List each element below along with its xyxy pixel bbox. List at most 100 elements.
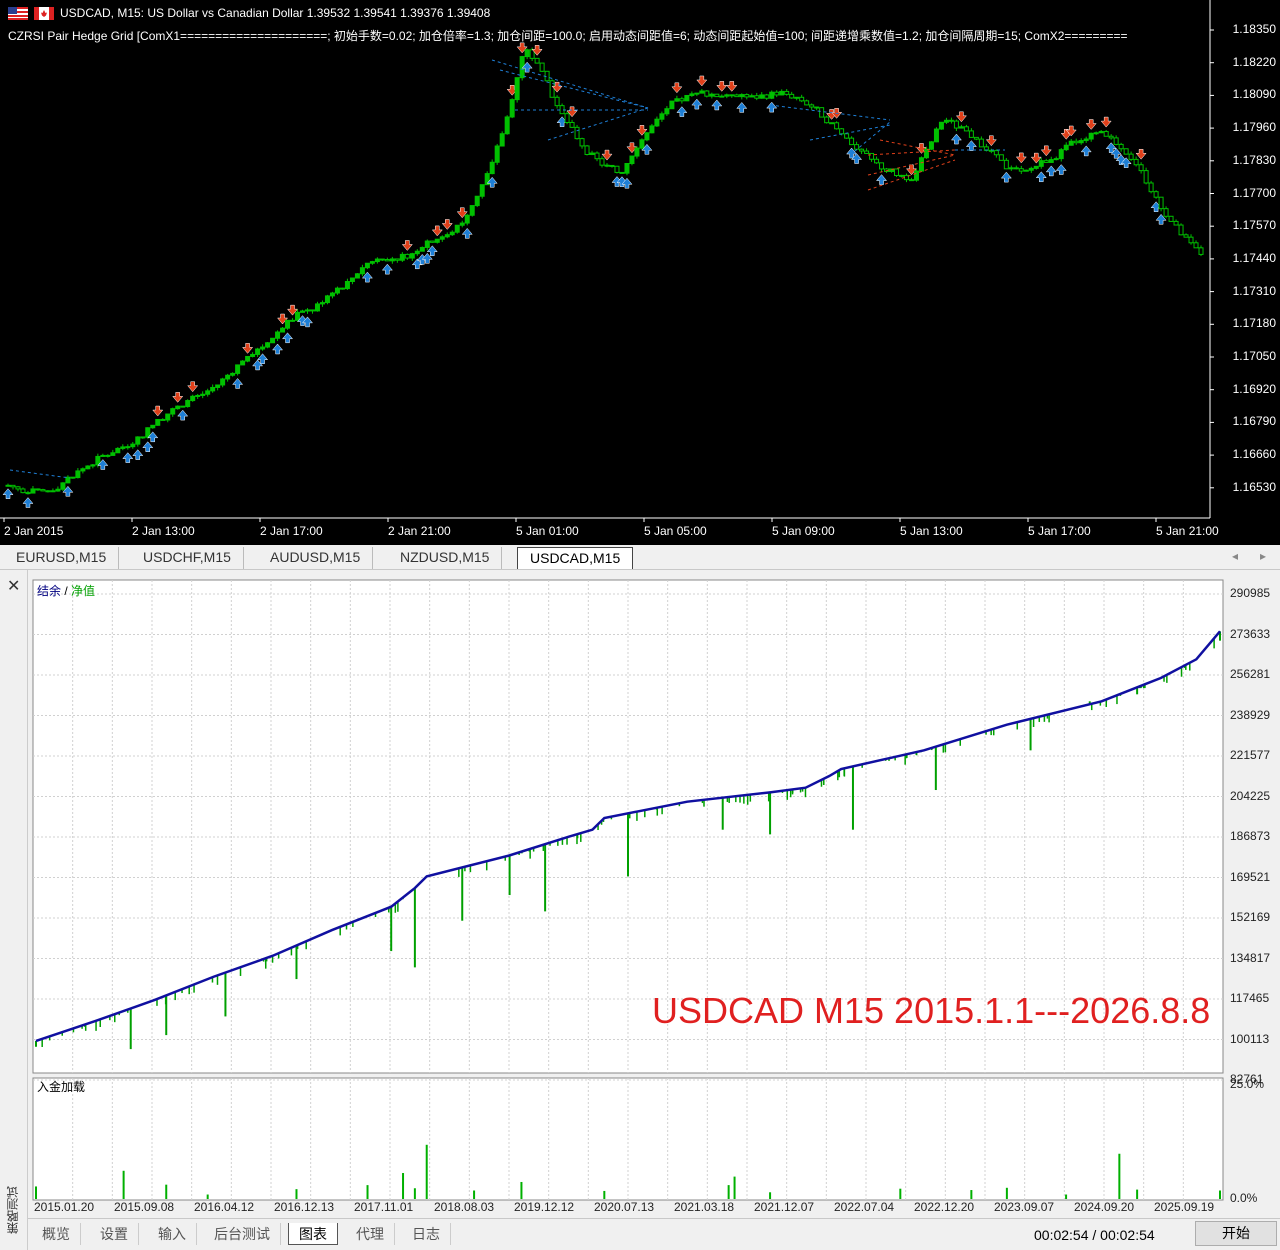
x-tick-label: 2019.12.12 [514,1200,575,1214]
bear-candle [40,489,46,492]
bull-candle [245,355,251,362]
bull-candle [654,118,660,127]
bull-candle [1028,167,1034,171]
tester-bottom-bar: 概览 设置 输入 后台测试 图表 代理 日志 00:02:54 / 00:02:… [28,1218,1280,1250]
bear-candle [834,122,840,130]
bear-candle [404,253,410,259]
buy-arrow-icon [1055,164,1067,175]
grid-link-line [867,149,956,156]
bear-candle [339,287,345,290]
chart-tab-nzdusd[interactable]: NZDUSD,M15 [388,547,503,569]
scroll-right-icon[interactable]: ▸ [1260,549,1266,563]
bull-candle [409,253,415,259]
bear-candle [714,93,720,98]
tab-inputs[interactable]: 输入 [148,1223,197,1245]
price-tick-label: 1.16920 [1232,381,1276,396]
graph-legend: 结余 / 净值 [37,582,95,599]
tab-agents[interactable]: 代理 [346,1223,395,1245]
price-chart-window[interactable]: USDCAD, M15: US Dollar vs Canadian Dolla… [0,0,1280,545]
bull-candle [769,91,775,99]
bear-candle [180,405,186,408]
bear-candle [839,128,845,135]
sell-arrow-icon [401,240,413,251]
bear-candle [579,138,585,147]
buy-arrow-icon [876,174,888,185]
tab-backtest[interactable]: 后台测试 [204,1223,281,1245]
bull-candle [419,246,425,252]
y-tick-label: 273633 [1230,626,1271,641]
bull-candle [75,470,81,479]
bear-candle [70,476,76,479]
x-tick-label: 2015.01.20 [34,1200,95,1214]
bull-candle [349,277,355,282]
chart-tab-usdcad[interactable]: USDCAD,M15 [517,547,634,569]
bull-candle [1033,165,1039,169]
bear-candle [784,90,790,95]
bull-candle [499,133,505,147]
bear-candle [604,164,610,167]
bull-candle [938,121,944,130]
bull-candle [674,98,680,102]
bear-candle [594,152,600,160]
chart-tab-eurusd[interactable]: EURUSD,M15 [4,547,120,569]
sell-arrow-icon [441,219,453,230]
price-tick-label: 1.18090 [1232,87,1276,102]
bull-candle [509,99,515,118]
bear-candle [1123,148,1129,155]
sell-arrow-icon [671,82,683,94]
bull-candle [30,488,36,494]
bull-candle [369,261,375,264]
bull-candle [314,303,320,312]
equity-graph [32,579,1224,1201]
bull-candle [494,145,500,163]
bull-candle [260,346,266,350]
bull-candle [779,90,785,96]
bear-candle [569,121,575,128]
price-chart-canvas[interactable] [0,0,1280,545]
bull-candle [739,94,745,98]
y-tick-label: 186873 [1230,829,1271,843]
chart-tab-audusd[interactable]: AUDUSD,M15 [258,547,374,569]
bull-candle [719,95,725,98]
bull-candle [265,342,271,348]
bull-candle [629,155,635,165]
bear-candle [309,309,315,312]
bull-candle [899,174,905,177]
bull-candle [479,184,485,197]
chart-tab-usdchf[interactable]: USDCHF,M15 [131,547,244,569]
bull-candle [255,348,261,355]
bear-candle [764,94,770,99]
price-tick-label: 1.17440 [1232,250,1276,265]
grid-link-line [849,121,891,156]
tab-overview[interactable]: 概览 [32,1223,81,1245]
bull-candle [305,309,310,312]
scroll-left-icon[interactable]: ◂ [1232,549,1238,563]
bear-candle [564,113,570,123]
bull-candle [170,408,176,415]
bull-candle [270,337,276,344]
bull-candle [444,234,450,238]
bear-candle [998,154,1004,161]
bear-candle [1128,153,1134,160]
tab-settings[interactable]: 设置 [90,1223,139,1245]
bull-candle [659,113,665,120]
bear-candle [879,162,885,170]
buy-arrow-icon [691,98,703,110]
price-tick-label: 1.17570 [1232,218,1276,233]
symbol-header-text: USDCAD, M15: US Dollar vs Canadian Dolla… [60,6,491,20]
buy-arrow-icon [2,488,14,499]
bear-candle [1153,191,1159,198]
start-button[interactable]: 开始 [1195,1221,1277,1246]
bear-candle [574,126,580,140]
x-tick-label: 2017.11.01 [354,1200,414,1214]
sell-arrow-icon [1085,119,1097,130]
bull-candle [624,163,630,174]
price-tick-label: 1.18350 [1232,22,1276,36]
bear-candle [394,258,400,261]
y-tick-label: 221577 [1230,748,1271,762]
tab-journal[interactable]: 日志 [402,1223,451,1245]
y-tick-label: 117465 [1230,991,1270,1005]
bull-candle [644,132,650,141]
tab-graph[interactable]: 图表 [288,1223,338,1245]
bear-candle [1108,135,1114,139]
